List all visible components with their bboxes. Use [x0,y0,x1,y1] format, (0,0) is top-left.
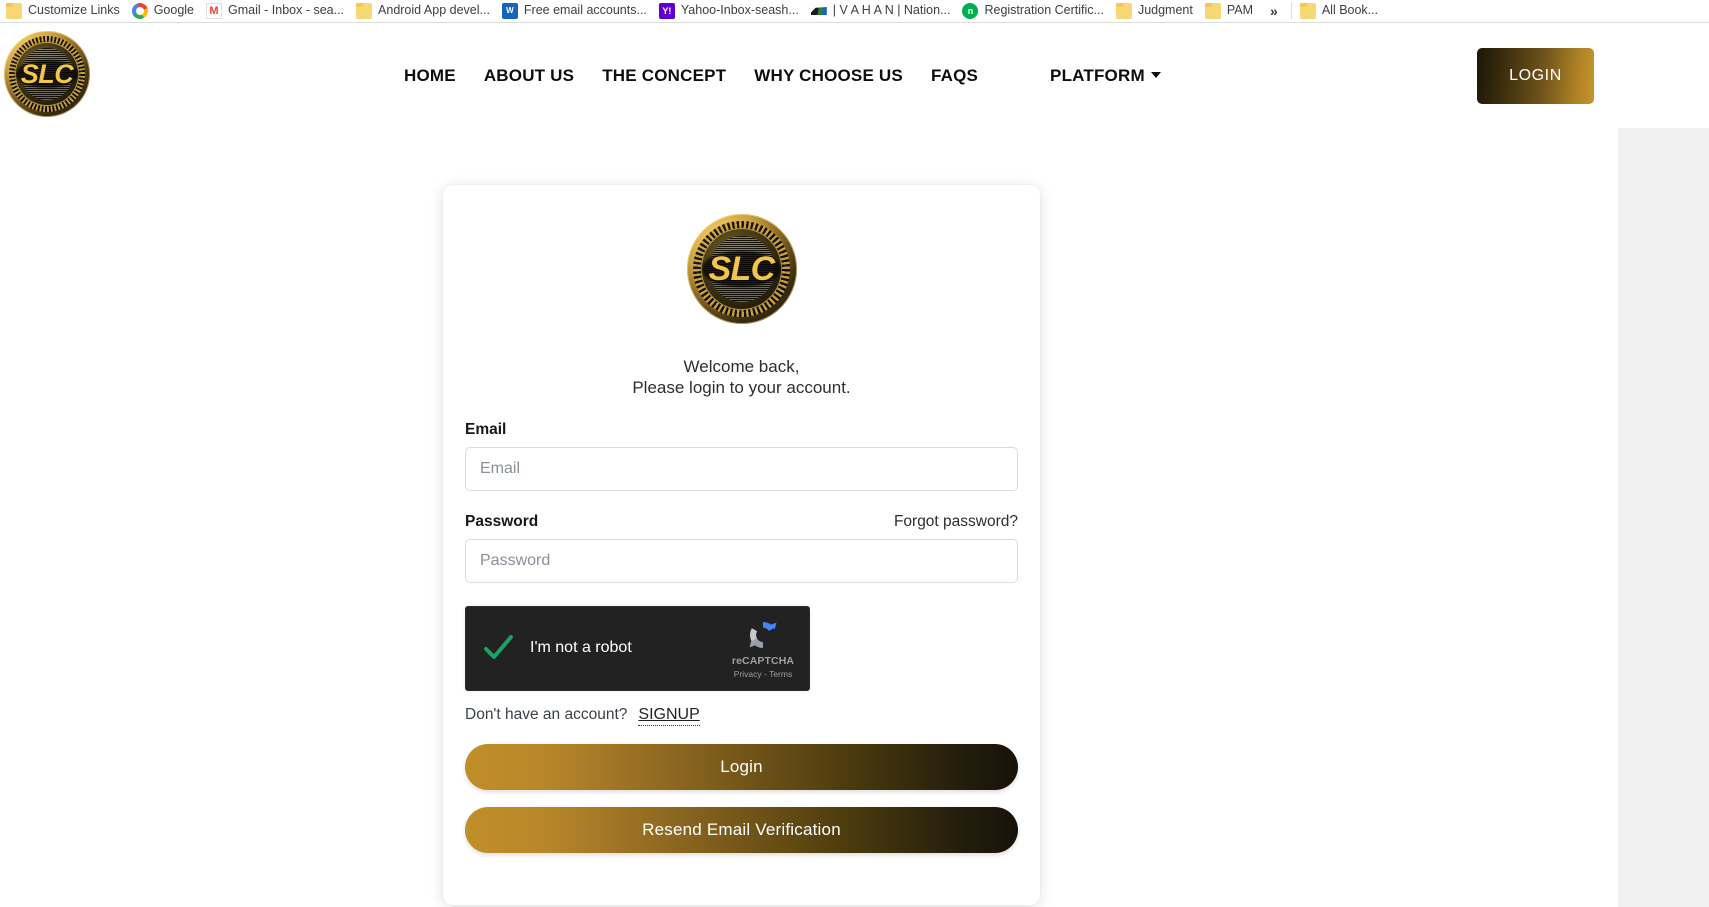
login-card: SLC Welcome back, Please login to your a… [443,185,1040,905]
bookmark-item[interactable]: Customize Links [2,0,128,22]
site-header: SLC HOME ABOUT US THE CONCEPT WHY CHOOSE… [0,23,1709,128]
welcome-line-1: Welcome back, [683,357,800,376]
nav-item-home[interactable]: HOME [390,66,470,86]
bookmark-item[interactable]: Google [128,0,202,22]
browser-bookmarks-bar: Customize Links Google Gmail - Inbox - s… [0,0,1709,23]
card-logo: SLC [686,214,797,324]
all-bookmarks-label: All Book... [1321,2,1379,17]
nav-item-platform-label: PLATFORM [1050,65,1145,85]
wps-icon: W [501,3,518,19]
card-logo-text: SLC [708,249,776,288]
nav-item-about-us[interactable]: ABOUT US [470,66,588,86]
bookmark-item[interactable]: | V A H A N | Nation... [807,0,959,22]
bookmark-label: | V A H A N | Nation... [832,2,951,17]
right-gutter-panel [1618,128,1709,907]
password-input[interactable] [465,538,1018,583]
bookmark-item[interactable]: Android App devel... [352,0,498,22]
signup-link[interactable]: SIGNUP [638,706,700,726]
welcome-message: Welcome back, Please login to your accou… [465,356,1018,399]
folder-icon [6,3,22,19]
recaptcha-logo-icon [746,618,780,652]
bookmark-label: Registration Certific... [984,2,1104,17]
bookmark-item[interactable]: Y! Yahoo-Inbox-seash... [655,0,807,22]
page-body: SLC Welcome back, Please login to your a… [0,128,1618,907]
recaptcha-label: I'm not a robot [530,639,632,656]
recaptcha-checkbox[interactable] [466,631,530,665]
signup-row: Don't have an account? SIGNUP [465,706,1018,726]
folder-icon [1115,3,1132,19]
card-logo-wrapper: SLC [465,185,1018,324]
welcome-line-2: Please login to your account. [632,378,851,398]
nav-item-the-concept[interactable]: THE CONCEPT [588,66,740,86]
nav-item-platform[interactable]: PLATFORM [1036,66,1175,86]
bookmark-label: Yahoo-Inbox-seash... [680,2,799,17]
main-navigation: HOME ABOUT US THE CONCEPT WHY CHOOSE US … [390,23,1175,128]
bookmark-item[interactable]: Gmail - Inbox - sea... [202,0,352,22]
folder-icon [1299,3,1316,19]
registration-icon: n [962,3,979,19]
bookmark-label: Free email accounts... [523,2,647,17]
bookmark-label: Customize Links [28,2,120,17]
folder-icon [356,3,373,19]
bookmarks-overflow-button[interactable]: » [1261,3,1287,19]
recaptcha-legal-links[interactable]: Privacy - Terms [723,669,803,679]
all-bookmarks-item[interactable]: All Book... [1296,0,1386,22]
password-label-row: Password Forgot password? [465,513,1018,531]
brand-logo-text: SLC [20,58,74,89]
chevron-down-icon [1150,72,1161,79]
bookmark-label: Android App devel... [378,2,490,17]
checkmark-icon [484,635,513,659]
signup-prompt: Don't have an account? [465,705,628,723]
bookmark-item[interactable]: n Registration Certific... [958,0,1111,22]
bookmark-item[interactable]: PAM [1201,0,1261,22]
email-input[interactable] [465,446,1018,491]
email-label: Email [465,420,507,438]
recaptcha-branding: reCAPTCHA Privacy - Terms [723,618,809,679]
header-login-button[interactable]: LOGIN [1477,48,1594,104]
bookmark-label: PAM [1226,2,1254,17]
gmail-icon [206,3,223,19]
vahan-icon [811,3,827,19]
password-label: Password [465,512,539,530]
bookmark-item[interactable]: Judgment [1112,0,1201,22]
login-button[interactable]: Login [465,743,1018,790]
bookmark-label: Google [153,2,195,17]
yahoo-icon: Y! [658,3,675,19]
bookmark-item[interactable]: W Free email accounts... [498,0,655,22]
bookmarks-divider [1290,3,1292,19]
forgot-password-link[interactable]: Forgot password? [894,513,1018,531]
resend-email-verification-button[interactable]: Resend Email Verification [465,806,1018,853]
bookmark-label: Judgment [1137,2,1193,17]
recaptcha-brand-name: reCAPTCHA [731,654,795,667]
nav-item-faqs[interactable]: FAQS [917,66,992,86]
folder-icon [1204,3,1221,19]
recaptcha-widget[interactable]: I'm not a robot reCAPTCHA Privacy - Term… [465,605,810,691]
nav-item-why-choose-us[interactable]: WHY CHOOSE US [740,66,917,86]
bookmark-label: Gmail - Inbox - sea... [228,2,345,17]
brand-logo[interactable]: SLC [4,31,90,117]
google-icon [131,3,148,19]
